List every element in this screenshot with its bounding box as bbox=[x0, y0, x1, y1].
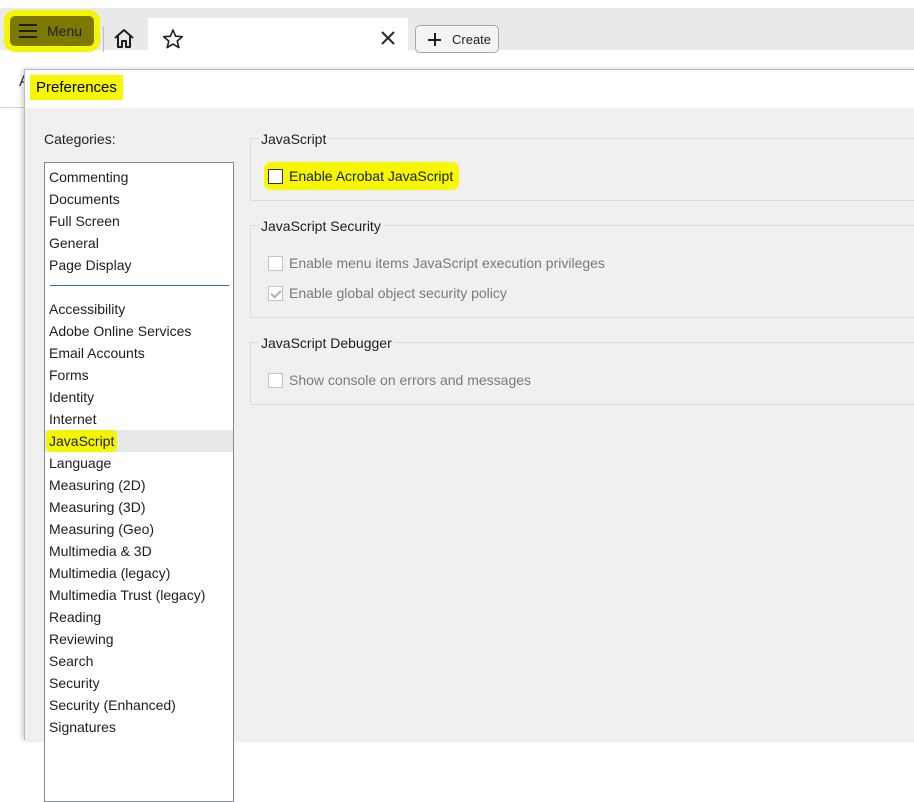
show-console-checkbox[interactable] bbox=[268, 372, 283, 388]
document-tab[interactable] bbox=[148, 18, 408, 58]
category-item[interactable]: Reading bbox=[45, 606, 233, 628]
create-button-label: Create bbox=[452, 32, 492, 47]
category-item[interactable]: Identity bbox=[45, 386, 233, 408]
category-item[interactable]: Internet bbox=[45, 408, 233, 430]
home-icon bbox=[114, 29, 134, 48]
category-item-selected[interactable]: JavaScript bbox=[45, 430, 233, 452]
javascript-debugger-group-title: JavaScript Debugger bbox=[259, 335, 394, 351]
category-item[interactable]: Adobe Online Services bbox=[45, 320, 233, 342]
category-item[interactable]: Search bbox=[45, 650, 233, 672]
plus-icon bbox=[428, 33, 441, 46]
javascript-group-title: JavaScript bbox=[259, 131, 329, 147]
show-console-row[interactable]: Show console on errors and messages bbox=[268, 370, 531, 390]
global-security-policy-checkbox[interactable] bbox=[268, 285, 283, 301]
dialog-title: Preferences bbox=[33, 78, 120, 97]
category-divider bbox=[50, 285, 229, 286]
category-item[interactable]: Full Screen bbox=[45, 210, 233, 232]
menu-items-privileges-label: Enable menu items JavaScript execution p… bbox=[289, 255, 605, 271]
category-item[interactable]: Signatures bbox=[45, 716, 233, 738]
category-item[interactable]: Security bbox=[45, 672, 233, 694]
show-console-label: Show console on errors and messages bbox=[289, 372, 532, 388]
category-item[interactable]: Measuring (Geo) bbox=[45, 518, 233, 540]
category-item[interactable]: Multimedia (legacy) bbox=[45, 562, 233, 584]
javascript-debugger-group: JavaScript Debugger Show console on erro… bbox=[250, 335, 914, 405]
enable-javascript-row[interactable]: Enable Acrobat JavaScript bbox=[268, 166, 456, 186]
category-item[interactable]: Security (Enhanced) bbox=[45, 694, 233, 716]
javascript-group: JavaScript Enable Acrobat JavaScript bbox=[250, 131, 914, 201]
category-item[interactable]: Forms bbox=[45, 364, 233, 386]
background-divider bbox=[0, 107, 24, 108]
category-item[interactable]: Measuring (3D) bbox=[45, 496, 233, 518]
category-item[interactable]: Accessibility bbox=[45, 298, 233, 320]
category-item[interactable]: Page Display bbox=[45, 254, 233, 276]
category-item[interactable]: Multimedia & 3D bbox=[45, 540, 233, 562]
enable-javascript-checkbox[interactable] bbox=[268, 168, 283, 184]
menu-button-label: Menu bbox=[47, 23, 83, 39]
category-item[interactable]: Commenting bbox=[45, 166, 233, 188]
category-item[interactable]: Multimedia Trust (legacy) bbox=[45, 584, 233, 606]
star-icon[interactable] bbox=[162, 28, 184, 50]
categories-list[interactable]: Commenting Documents Full Screen General… bbox=[44, 162, 234, 802]
dialog-titlebar[interactable]: Preferences bbox=[25, 70, 914, 108]
javascript-security-group-title: JavaScript Security bbox=[259, 218, 383, 234]
category-item[interactable]: General bbox=[45, 232, 233, 254]
categories-label: Categories: bbox=[44, 131, 116, 147]
close-tab-icon[interactable] bbox=[380, 30, 396, 46]
hamburger-icon bbox=[19, 23, 37, 39]
enable-javascript-label: Enable Acrobat JavaScript bbox=[289, 168, 454, 184]
menu-button[interactable]: Menu bbox=[10, 16, 94, 46]
category-item[interactable]: Email Accounts bbox=[45, 342, 233, 364]
menu-items-privileges-row[interactable]: Enable menu items JavaScript execution p… bbox=[268, 253, 605, 273]
category-item[interactable]: Reviewing bbox=[45, 628, 233, 650]
category-item[interactable]: Language bbox=[45, 452, 233, 474]
category-item[interactable]: Measuring (2D) bbox=[45, 474, 233, 496]
category-item[interactable]: Documents bbox=[45, 188, 233, 210]
menu-items-privileges-checkbox[interactable] bbox=[268, 255, 283, 271]
javascript-security-group: JavaScript Security Enable menu items Ja… bbox=[250, 218, 914, 318]
toolbar-divider bbox=[103, 26, 104, 52]
global-security-policy-row[interactable]: Enable global object security policy bbox=[268, 283, 507, 303]
global-security-policy-label: Enable global object security policy bbox=[289, 285, 507, 301]
app-toolbar: Menu Create bbox=[0, 8, 914, 58]
preferences-dialog: Preferences Categories: Commenting Docum… bbox=[24, 69, 914, 802]
home-button[interactable] bbox=[110, 25, 138, 53]
create-button[interactable]: Create bbox=[415, 25, 499, 53]
